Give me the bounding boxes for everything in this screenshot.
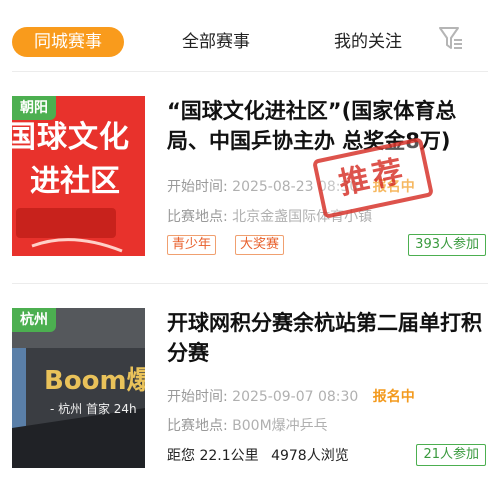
event-thumbnail: 国球文化 进社区 朝阳	[12, 96, 145, 256]
start-time-row: 开始时间: 2025-09-07 08:30 报名中	[167, 386, 415, 406]
city-badge: 杭州	[12, 308, 56, 332]
distance-row: 距您 22.1公里 4978人浏览	[167, 445, 349, 465]
tab-my-follows[interactable]: 我的关注	[334, 27, 402, 57]
filter-icon[interactable]	[438, 25, 464, 53]
distance-text: 距您 22.1公里	[167, 448, 259, 464]
city-badge: 朝阳	[12, 96, 56, 120]
start-time-label: 开始时间:	[167, 389, 228, 405]
divider	[12, 71, 488, 72]
views-count: 4978人浏览	[271, 448, 349, 464]
venue-value: B00M爆冲乒乓	[232, 418, 328, 434]
venue-label: 比赛地点:	[167, 209, 228, 225]
tag-grand-prix: 大奖赛	[235, 235, 285, 255]
participants-badge: 393人参加	[408, 234, 486, 256]
event-card[interactable]: 国球文化 进社区 朝阳 “国球文化进社区”(国家体育总局、中国乒协主办 总奖金8…	[12, 96, 488, 266]
start-time-value: 2025-09-07 08:30	[232, 389, 359, 405]
event-title[interactable]: 开球网积分赛余杭站第二届单打积分赛	[167, 308, 485, 368]
tab-all-events[interactable]: 全部赛事	[182, 27, 250, 57]
event-card[interactable]: Boom爆 - 杭州 首家 24h 杭州 开球网积分赛余杭站第二届单打积分赛 开…	[12, 308, 488, 468]
thumbnail-text: - 杭州 首家 24h	[50, 402, 137, 416]
venue-label: 比赛地点:	[167, 418, 228, 434]
tab-bar: 同城赛事 全部赛事 我的关注	[0, 0, 500, 72]
divider	[12, 283, 488, 284]
tab-local-events[interactable]: 同城赛事	[12, 27, 124, 57]
registration-status: 报名中	[372, 389, 415, 405]
venue-row: 比赛地点: B00M爆冲乒乓	[167, 415, 328, 435]
event-thumbnail: Boom爆 - 杭州 首家 24h 杭州	[12, 308, 145, 468]
thumbnail-text: Boom爆	[44, 366, 145, 396]
participants-badge: 21人参加	[416, 444, 486, 466]
tag-youth: 青少年	[167, 235, 217, 255]
thumbnail-text: 进社区	[30, 164, 120, 199]
event-title[interactable]: “国球文化进社区”(国家体育总局、中国乒协主办 总奖金8万)	[167, 96, 485, 156]
start-time-label: 开始时间:	[167, 179, 228, 195]
